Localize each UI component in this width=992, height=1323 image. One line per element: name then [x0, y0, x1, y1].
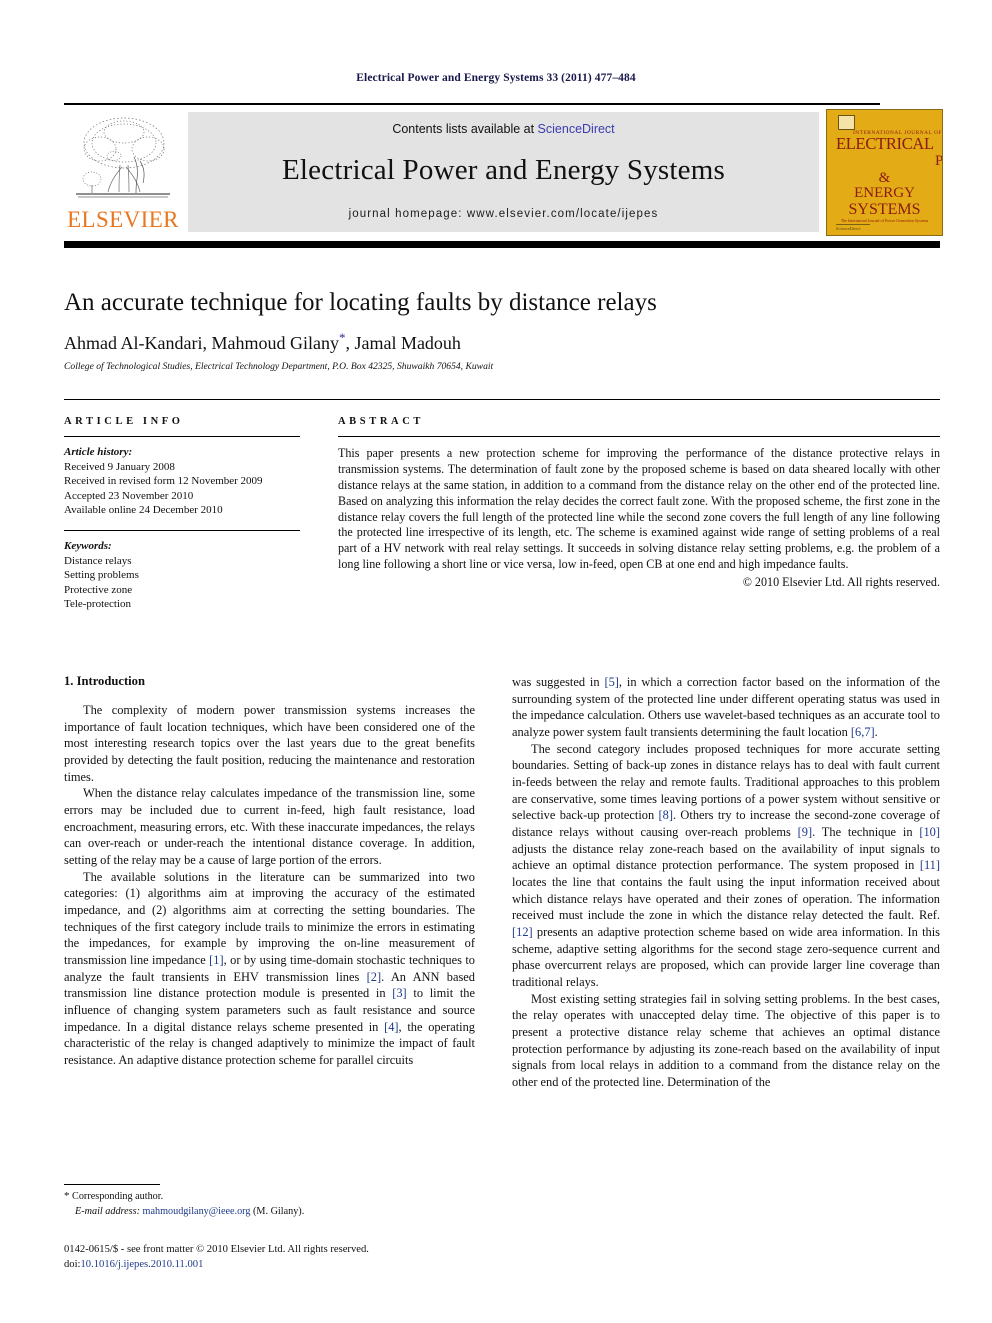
email-suffix: (M. Gilany). [250, 1205, 305, 1217]
corresponding-author-text: Corresponding author. [69, 1191, 164, 1202]
imprint-block: 0142-0615/$ - see front matter © 2010 El… [64, 1243, 494, 1273]
sciencedirect-link[interactable]: ScienceDirect [538, 122, 615, 136]
header-top-rule [64, 103, 880, 105]
journal-homepage[interactable]: journal homepage: www.elsevier.com/locat… [188, 208, 819, 220]
article-history-item: Accepted 23 November 2010 [64, 489, 194, 502]
author-list: Ahmad Al-Kandari, Mahmoud Gilany*, Jamal… [64, 330, 894, 354]
paragraph-text: . [874, 725, 878, 740]
keywords-rule [64, 529, 300, 532]
authors-names-pre: Ahmad Al-Kandari, Mahmoud Gilany [64, 333, 339, 353]
elsevier-logo: ELSEVIER [64, 109, 182, 235]
doi-line: doi:10.1016/j.ijepes.2010.11.001 [64, 1258, 494, 1273]
article-info-column: ARTICLE INFO Article history: Received 9… [64, 416, 300, 612]
contents-prefix: Contents lists available at [392, 122, 538, 136]
page-title: An accurate technique for locating fault… [64, 289, 657, 316]
keywords-label: Keywords: [64, 540, 112, 553]
footnote-rule [64, 1184, 160, 1185]
email-label: E-mail address: [75, 1205, 140, 1217]
article-history-item: Available online 24 December 2010 [64, 504, 223, 517]
citation-ref-3[interactable]: [3] [392, 986, 406, 1000]
doi-label: doi: [64, 1258, 81, 1270]
elsevier-wordmark: ELSEVIER [67, 207, 179, 232]
running-head: Electrical Power and Energy Systems 33 (… [356, 72, 636, 84]
body-column-left: The complexity of modern power transmiss… [64, 702, 475, 1069]
citation-ref-6-7[interactable]: [6,7] [851, 725, 875, 739]
article-history-label: Article history: [64, 446, 133, 458]
citation-ref-11[interactable]: [11] [920, 858, 940, 872]
paragraph-text: presents an adaptive protection scheme b… [512, 925, 940, 990]
header-bottom-rule [64, 241, 940, 248]
article-history-item: Received 9 January 2008 [64, 460, 175, 473]
keyword-item: Setting problems [64, 569, 139, 582]
paper-page: Electrical Power and Energy Systems 33 (… [0, 0, 992, 1323]
paragraph: The available solutions in the literatur… [64, 869, 475, 1069]
citation-ref-2[interactable]: [2] [367, 970, 381, 984]
article-history-item: Received in revised form 12 November 200… [64, 475, 263, 488]
citation-ref-12[interactable]: [12] [512, 925, 533, 939]
journal-cover-inner: INTERNATIONAL JOURNAL OF ELECTRICAL POWE… [834, 114, 942, 231]
keyword-item: Tele-protection [64, 598, 132, 611]
keyword-item: Distance relays [64, 554, 132, 567]
paragraph: Most existing setting strategies fail in… [512, 991, 940, 1090]
doi-link[interactable]: 10.1016/j.ijepes.2010.11.001 [80, 1259, 203, 1270]
abstract-label: ABSTRACT [338, 416, 424, 427]
journal-banner: Contents lists available at ScienceDirec… [188, 112, 819, 232]
paragraph: The complexity of modern power transmiss… [64, 703, 475, 784]
paragraph: When the distance relay calculates imped… [64, 786, 475, 868]
paragraph: The second category includes proposed te… [512, 741, 940, 991]
corresponding-author-note: * Corresponding author. [64, 1189, 484, 1205]
cover-line-systems: SYSTEMS [848, 201, 921, 218]
cover-line-electrical: ELECTRICAL [836, 134, 934, 153]
citation-ref-5[interactable]: [5] [604, 675, 618, 689]
paragraph-text: . The technique in [812, 825, 920, 840]
paragraph-text: adjusts the distance relay zone-reach ba… [512, 841, 940, 873]
journal-header-band: ELSEVIER Contents lists available at Sci… [64, 107, 943, 236]
issn-frontmatter-line: 0142-0615/$ - see front matter © 2010 El… [64, 1244, 369, 1255]
authors-names-post: , Jamal Madouh [345, 333, 461, 353]
article-info-label: ARTICLE INFO [64, 416, 184, 427]
keyword-item: Protective zone [64, 583, 133, 596]
cover-footer-rule [836, 224, 870, 225]
affiliation: College of Technological Studies, Electr… [64, 361, 494, 372]
abstract-rule [338, 436, 940, 437]
citation-ref-1[interactable]: [1] [209, 953, 223, 967]
keywords-list: Keywords: Distance relays Setting proble… [64, 539, 300, 612]
email-line: E-mail address: mahmoudgilany@ieee.org (… [64, 1205, 484, 1220]
citation-ref-8[interactable]: [8] [659, 808, 673, 822]
cover-footer-label: ScienceDirect [836, 226, 861, 231]
abstract-text: This paper presents a new protection sch… [338, 446, 940, 572]
paragraph: was suggested in [5], in which a correct… [512, 674, 940, 741]
journal-title: Electrical Power and Energy Systems [282, 154, 725, 186]
citation-ref-4[interactable]: [4] [384, 1020, 398, 1034]
contents-line: Contents lists available at ScienceDirec… [188, 122, 819, 136]
abstract-column: ABSTRACT This paper presents a new prote… [338, 416, 940, 590]
section-heading-introduction: 1. Introduction [64, 674, 145, 688]
cover-subtitle: The Internationl Journal of Power Genera… [840, 218, 929, 223]
cover-line-energy: ENERGY [854, 185, 915, 201]
citation-ref-10[interactable]: [10] [919, 825, 940, 839]
abstract-copyright: © 2010 Elsevier Ltd. All rights reserved… [742, 575, 940, 590]
paragraph-text: locates the line that contains the fault… [512, 875, 940, 923]
footnote-block: * Corresponding author. E-mail address: … [64, 1189, 484, 1220]
elsevier-tree-icon [70, 113, 176, 205]
body-column-right: was suggested in [5], in which a correct… [512, 674, 940, 1091]
article-history: Article history: Received 9 January 2008… [64, 445, 300, 518]
email-link[interactable]: mahmoudgilany@ieee.org [143, 1206, 251, 1217]
cover-line-ampersand: & [878, 170, 891, 186]
journal-cover-thumbnail: INTERNATIONAL JOURNAL OF ELECTRICAL POWE… [826, 109, 943, 236]
cover-publisher-chip-icon [838, 115, 855, 130]
article-info-rule [64, 436, 300, 437]
info-abstract-top-rule [64, 399, 940, 400]
citation-ref-9[interactable]: [9] [798, 825, 812, 839]
paragraph-text: was suggested in [512, 675, 605, 689]
